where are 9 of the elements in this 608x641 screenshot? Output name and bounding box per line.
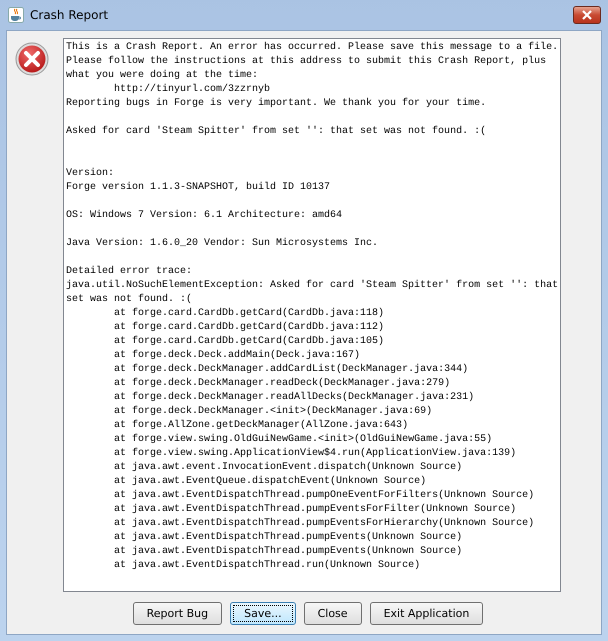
report-text-area[interactable]: This is a Crash Report. An error has occurred. Please save this message to a file. Please follow the instructions at this address to submit this Crash Report, plus what you were doing at the time: http://tinyurl.com/3zzrnyb Reporting bugs in Forge is very important. We thank you for your time. Asked for card 'Steam Spitter' from set '': that set was not found. :( Version: Forge version 1.1.3-SNAPSHOT, build ID 10137 OS: Windows 7 Version: 6.1 Architecture: amd64 Java Version: 1.6.0_20 Vendor: Sun Microsystems Inc. Detailed error trace: java.util.NoSuchElementException: Asked for card 'Steam Spitter' from set '': that set was not found. :( at forge.card.CardDb.getCard(CardDb.java:118) at forge.card.CardDb.getCard(CardDb.java:112) at forge.card.CardDb.getCard(CardDb.java:105) at forge.deck.Deck.addMain(Deck.java:167) at forge.deck.DeckManager.addCardList(DeckManager.java:344) at forge.deck.DeckManager.readDeck(DeckManager.java:279) at forge.deck.DeckManager.readAllDecks(DeckManager.java:231) at forge.deck.DeckManager.<init>(DeckManager.java:69) at forge.AllZone.getDeckManager(AllZone.java:643) at forge.view.swing.OldGuiNewGame.<init>(OldGuiNewGame.java:55) at forge.view.swing.ApplicationView$4.run(ApplicationView.java:139) at java.awt.event.InvocationEvent.dispatch(Unknown Source) at java.awt.EventQueue.dispatchEvent(Unknown Source) at java.awt.EventDispatchThread.pumpOneEventForFilters(Unknown Source) at java.awt.EventDispatchThread.pumpEventsForFilter(Unknown Source) at java.awt.EventDispatchThread.pumpEventsForHierarchy(Unknown Source) at java.awt.EventDispatchThread.pumpEvents(Unknown Source) at java.awt.EventDispatchThread.pumpEvents(Unknown Source) at java.awt.EventDispatchThread.run(Unknown Source) xyxy=(63,38,561,592)
dialog-button[interactable]: Exit Application xyxy=(370,602,484,625)
dialog-button[interactable]: Save... xyxy=(230,602,296,625)
error-icon xyxy=(15,42,49,76)
window-title: Crash Report xyxy=(30,8,110,22)
dialog-button[interactable]: Report Bug xyxy=(132,602,222,625)
dialog-button[interactable]: Close xyxy=(304,602,362,625)
close-icon[interactable] xyxy=(573,6,601,24)
coffee-cup-icon xyxy=(8,7,24,23)
